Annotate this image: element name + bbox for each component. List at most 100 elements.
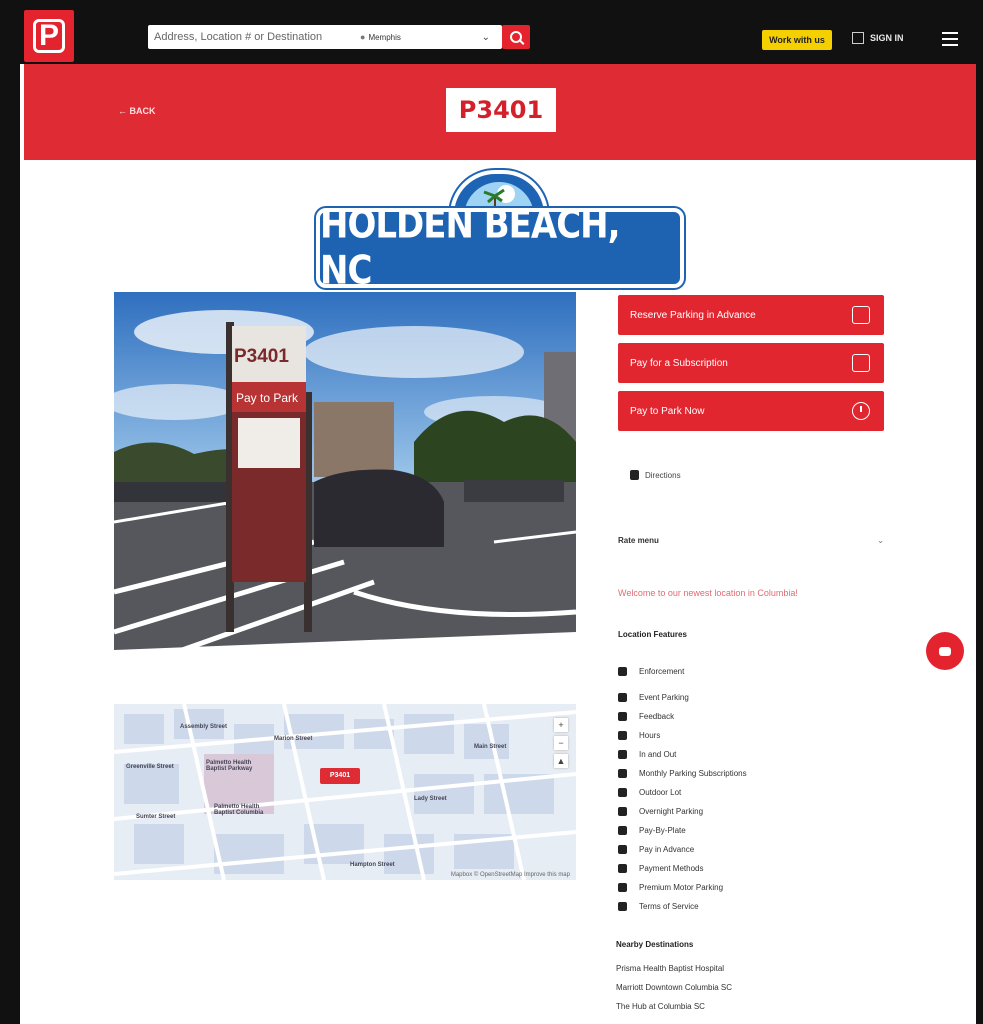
search-input[interactable] <box>148 26 360 48</box>
nearby-item[interactable]: Marriott Downtown Columbia SC <box>616 983 732 1002</box>
nearby-item[interactable]: The Hub at Columbia SC <box>616 1002 732 1021</box>
location-map[interactable]: Greenville Street Palmetto Health Baptis… <box>114 704 576 880</box>
sign-in-link[interactable]: SIGN IN <box>852 32 904 44</box>
nearby-item[interactable]: Prisma Health Baptist Hospital <box>616 964 732 983</box>
location-sign: HOLDEN BEACH, NC <box>316 168 684 294</box>
page-title: P3401 <box>446 88 556 132</box>
feature-label: Outdoor Lot <box>639 788 682 797</box>
chat-icon <box>939 646 951 656</box>
top-navigation: P ●Memphis ⌄ Work with us SIGN IN <box>20 8 976 64</box>
search-icon <box>510 31 522 43</box>
page: P ●Memphis ⌄ Work with us SIGN IN ← BACK… <box>20 8 976 1024</box>
feature-item[interactable]: Feedback <box>618 707 878 726</box>
location-select[interactable]: ● Memphis ⌄ <box>360 32 498 43</box>
subscription-button[interactable]: Pay for a Subscription <box>618 343 884 383</box>
zoom-out-button[interactable]: − <box>554 736 568 750</box>
feature-label: Pay-By-Plate <box>639 826 686 835</box>
map-label: Hampton Street <box>350 862 395 868</box>
zoom-in-button[interactable]: + <box>554 718 568 732</box>
directions-link[interactable]: Directions <box>630 470 681 480</box>
map-label: Main Street <box>474 744 507 750</box>
map-lot-marker[interactable]: P3401 <box>320 768 360 784</box>
location-value: Memphis <box>368 33 401 42</box>
map-label: Marion Street <box>274 736 313 742</box>
chevron-down-icon: ⌄ <box>877 536 884 545</box>
feature-item[interactable]: Outdoor Lot <box>618 783 878 802</box>
feature-label: Payment Methods <box>639 864 704 873</box>
pay-by-plate-icon <box>618 826 627 835</box>
chevron-down-icon: ⌄ <box>481 31 490 43</box>
map-label: Palmetto Health Baptist Columbia <box>214 804 264 816</box>
map-label: Palmetto Health Baptist Parkway <box>206 760 253 772</box>
feature-label: Hours <box>639 731 661 740</box>
feature-item[interactable]: Payment Methods <box>618 859 878 878</box>
feature-label: Feedback <box>639 712 675 721</box>
feature-item[interactable]: Event Parking <box>618 688 878 707</box>
feedback-icon <box>618 712 627 721</box>
feature-label: Overnight Parking <box>639 807 704 816</box>
pay-in-advance-icon <box>618 845 627 854</box>
motor-parking-icon <box>618 883 627 892</box>
user-icon <box>852 32 864 44</box>
in-out-icon <box>618 750 627 759</box>
compass-icon[interactable]: ▲ <box>554 754 568 768</box>
calendar-check-icon <box>852 306 870 324</box>
map-attribution[interactable]: Mapbox © OpenStreetMap Improve this map <box>451 872 570 878</box>
rate-menu-toggle[interactable]: Rate menu ⌄ <box>618 536 884 545</box>
logo[interactable]: P <box>24 10 74 62</box>
payment-methods-icon <box>618 864 627 873</box>
outdoor-lot-icon <box>618 788 627 797</box>
clock-icon <box>852 402 870 420</box>
sign-in-label: SIGN IN <box>870 33 904 43</box>
features-list: Enforcement Event Parking Feedback Hours… <box>618 654 878 916</box>
nearby-list: Prisma Health Baptist Hospital Marriott … <box>616 964 732 1021</box>
search-button[interactable] <box>502 25 530 49</box>
feature-item[interactable]: Premium Motor Parking <box>618 878 878 897</box>
pay-now-button[interactable]: Pay to Park Now <box>618 391 884 431</box>
location-photo: P3401 Pay to Park <box>114 292 576 660</box>
page-banner: ← BACK P3401 <box>24 64 976 160</box>
feature-item[interactable]: Pay-By-Plate <box>618 821 878 840</box>
feature-item[interactable]: Hours <box>618 726 878 745</box>
chat-button[interactable] <box>926 632 964 670</box>
feature-item[interactable]: Pay in Advance <box>618 840 878 859</box>
photo-sign-pay: Pay to Park <box>236 391 299 405</box>
map-label: Assembly Street <box>180 724 228 730</box>
feature-item[interactable]: Enforcement <box>618 654 878 688</box>
subscription-icon <box>618 769 627 778</box>
overnight-icon <box>618 807 627 816</box>
directions-icon <box>630 470 639 480</box>
reserve-parking-label: Reserve Parking in Advance <box>630 309 756 321</box>
feature-label: Monthly Parking Subscriptions <box>639 769 747 778</box>
directions-label: Directions <box>645 470 681 480</box>
action-buttons: Reserve Parking in Advance Pay for a Sub… <box>618 295 884 439</box>
nearby-title: Nearby Destinations <box>616 940 694 949</box>
features-title: Location Features <box>618 630 687 639</box>
pay-now-label: Pay to Park Now <box>630 405 705 417</box>
work-with-us-button[interactable]: Work with us <box>762 30 832 50</box>
feature-label: In and Out <box>639 750 677 759</box>
subscription-label: Pay for a Subscription <box>630 357 728 369</box>
feature-label: Enforcement <box>639 666 685 676</box>
map-label: Greenville Street <box>126 764 174 770</box>
location-pin-icon: ● <box>360 32 366 42</box>
sign-board: HOLDEN BEACH, NC <box>316 202 684 294</box>
reserve-parking-button[interactable]: Reserve Parking in Advance <box>618 295 884 335</box>
feature-item[interactable]: Terms of Service <box>618 897 878 916</box>
photo-sign-number: P3401 <box>234 346 289 367</box>
feature-item[interactable]: Overnight Parking <box>618 802 878 821</box>
feature-item[interactable]: In and Out <box>618 745 878 764</box>
back-link[interactable]: ← BACK <box>118 106 156 116</box>
calendar-icon <box>852 354 870 372</box>
location-name: HOLDEN BEACH, NC <box>320 202 621 294</box>
logo-mark: P <box>33 19 65 53</box>
menu-icon[interactable] <box>942 32 958 46</box>
map-label: Lady Street <box>414 796 447 802</box>
enforcement-icon <box>618 666 627 676</box>
search-box: ●Memphis ⌄ <box>148 25 502 49</box>
feature-label: Pay in Advance <box>639 845 695 854</box>
feature-item[interactable]: Monthly Parking Subscriptions <box>618 764 878 783</box>
feature-label: Terms of Service <box>639 902 699 911</box>
rate-menu-label: Rate menu <box>618 536 659 545</box>
welcome-message: Welcome to our newest location in Columb… <box>618 588 798 598</box>
